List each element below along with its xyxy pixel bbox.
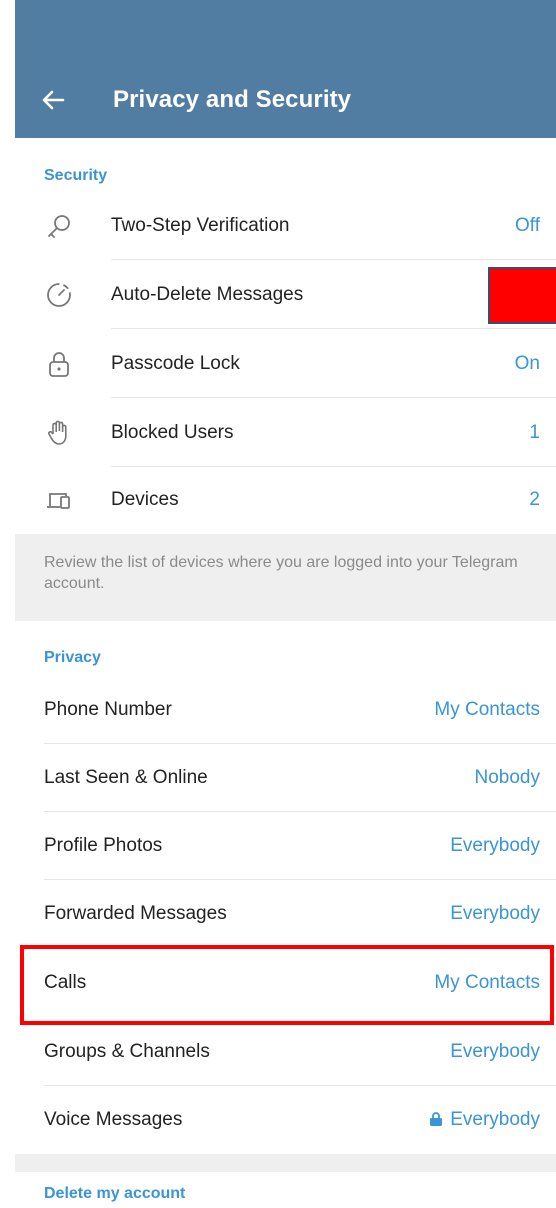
row-voice-messages[interactable]: Voice Messages Everybody bbox=[15, 1086, 556, 1154]
divider bbox=[111, 328, 556, 329]
row-value: Everybody bbox=[450, 903, 540, 924]
section-header-delete-account: Delete my account bbox=[44, 1185, 186, 1202]
row-value: 2 bbox=[529, 489, 540, 510]
row-label: Profile Photos bbox=[44, 835, 163, 856]
row-groups-channels[interactable]: Groups & Channels Everybody bbox=[15, 1018, 556, 1086]
app-bar: Privacy and Security bbox=[15, 0, 556, 138]
row-two-step-verification[interactable]: Two-Step Verification Off bbox=[15, 192, 556, 260]
section-header-security: Security bbox=[44, 167, 108, 184]
key-icon bbox=[45, 212, 73, 240]
arrow-left-icon[interactable] bbox=[37, 82, 69, 118]
row-value: Nobody bbox=[474, 767, 541, 788]
row-value: Off bbox=[515, 215, 540, 236]
row-value: Everybody bbox=[450, 1109, 540, 1130]
row-label: Forwarded Messages bbox=[44, 903, 227, 924]
row-value-with-lock: Everybody bbox=[430, 1086, 540, 1154]
row-forwarded-messages[interactable]: Forwarded Messages Everybody bbox=[15, 880, 556, 948]
row-value: Everybody bbox=[450, 1041, 540, 1062]
row-label: Devices bbox=[111, 489, 179, 510]
row-auto-delete-messages[interactable]: Auto-Delete Messages bbox=[15, 261, 556, 329]
section-separator bbox=[15, 1154, 556, 1172]
row-label: Two-Step Verification bbox=[111, 215, 290, 236]
row-passcode-lock[interactable]: Passcode Lock On bbox=[15, 330, 556, 398]
row-value: 1 bbox=[529, 422, 540, 443]
privacy-security-screen: Privacy and Security Security Two-Step V… bbox=[15, 0, 556, 1208]
lock-icon bbox=[430, 1087, 443, 1126]
row-profile-photos[interactable]: Profile Photos Everybody bbox=[15, 812, 556, 880]
row-label: Voice Messages bbox=[44, 1109, 183, 1130]
row-label: Passcode Lock bbox=[111, 353, 240, 374]
row-label: Groups & Channels bbox=[44, 1041, 210, 1062]
row-phone-number[interactable]: Phone Number My Contacts bbox=[15, 676, 556, 744]
row-label: Auto-Delete Messages bbox=[111, 284, 304, 305]
timer-icon bbox=[45, 281, 73, 309]
hand-icon bbox=[45, 419, 73, 447]
lock-icon bbox=[45, 350, 73, 378]
row-value: My Contacts bbox=[434, 699, 540, 720]
redaction-block bbox=[488, 267, 556, 324]
divider bbox=[111, 397, 556, 398]
divider bbox=[111, 259, 556, 260]
row-last-seen-online[interactable]: Last Seen & Online Nobody bbox=[15, 744, 556, 812]
row-label: Last Seen & Online bbox=[44, 767, 208, 788]
page-title: Privacy and Security bbox=[113, 86, 352, 113]
row-value: On bbox=[514, 353, 540, 374]
row-label: Phone Number bbox=[44, 699, 172, 720]
devices-icon bbox=[45, 486, 73, 514]
section-header-privacy: Privacy bbox=[44, 649, 101, 666]
row-blocked-users[interactable]: Blocked Users 1 bbox=[15, 399, 556, 467]
calls-highlight-box bbox=[20, 945, 554, 1025]
row-label: Blocked Users bbox=[111, 422, 234, 443]
row-value: Everybody bbox=[450, 835, 540, 856]
row-devices[interactable]: Devices 2 bbox=[15, 466, 556, 534]
devices-info-text: Review the list of devices where you are… bbox=[44, 554, 518, 592]
